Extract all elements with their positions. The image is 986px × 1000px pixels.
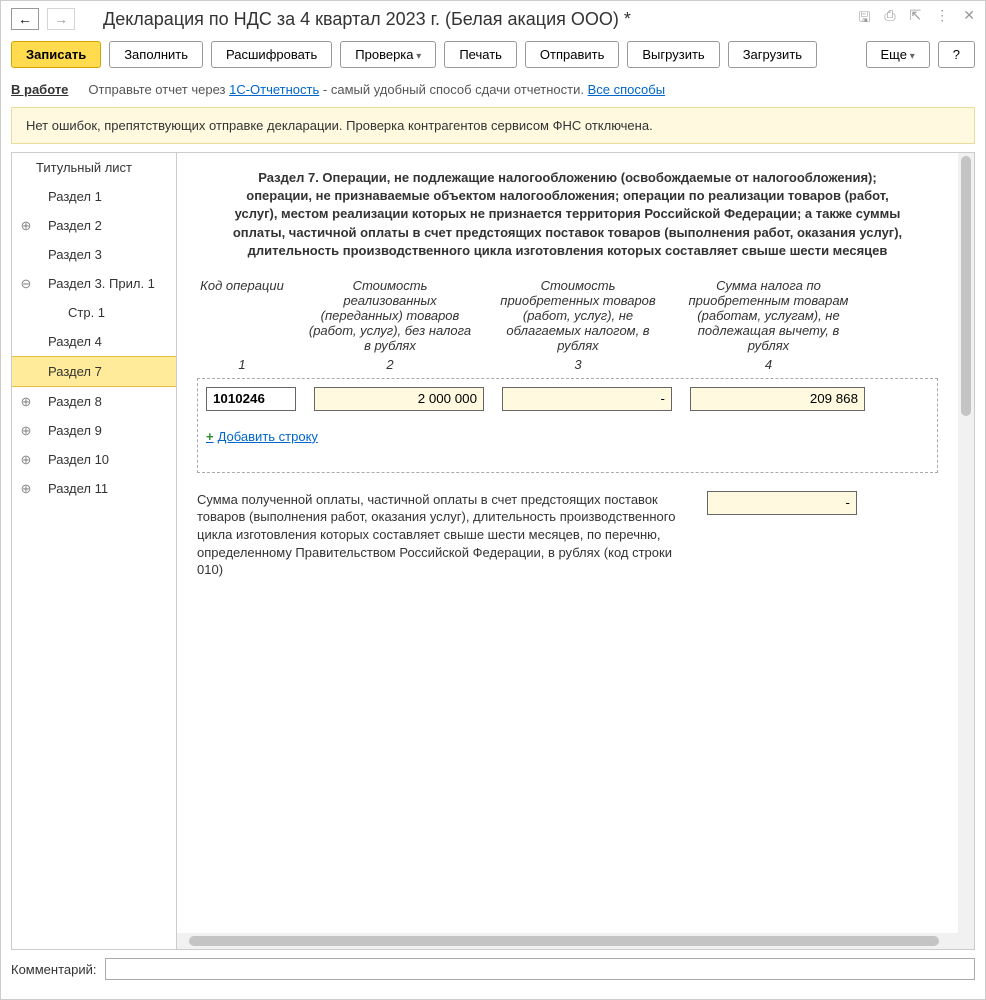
attach-icon[interactable]: ⇱	[910, 7, 922, 31]
expand-icon[interactable]: ⊕	[20, 481, 32, 497]
sidebar-item-section-4[interactable]: Раздел 4	[12, 327, 176, 356]
sidebar-item-section-3-app1[interactable]: ⊖Раздел 3. Прил. 1	[12, 269, 176, 298]
send-button[interactable]: Отправить	[525, 41, 619, 68]
decrypt-button[interactable]: Расшифровать	[211, 41, 332, 68]
print-button[interactable]: Печать	[444, 41, 517, 68]
fill-button[interactable]: Заполнить	[109, 41, 203, 68]
value-3-input[interactable]	[502, 387, 672, 411]
more-button[interactable]: Еще	[866, 41, 930, 68]
sidebar-item-section-8[interactable]: ⊕Раздел 8	[12, 387, 176, 416]
download-button[interactable]: Загрузить	[728, 41, 817, 68]
expand-icon[interactable]: ⊕	[20, 394, 32, 410]
data-block: +Добавить строку	[197, 378, 938, 473]
main-panel: Раздел 7. Операции, не подлежащие налого…	[177, 153, 958, 589]
value-4-input[interactable]	[690, 387, 865, 411]
close-icon[interactable]: ✕	[963, 7, 975, 31]
plus-icon: +	[206, 429, 214, 444]
check-button[interactable]: Проверка	[340, 41, 436, 68]
info-banner: Нет ошибок, препятствующих отправке декл…	[11, 107, 975, 144]
sidebar-item-section-9[interactable]: ⊕Раздел 9	[12, 416, 176, 445]
add-row-link[interactable]: +Добавить строку	[206, 429, 318, 444]
horizontal-scrollbar[interactable]	[177, 933, 958, 949]
main-wrapper: Раздел 7. Операции, не подлежащие налого…	[177, 153, 974, 949]
link-1c-report[interactable]: 1С-Отчетность	[229, 82, 319, 97]
collapse-icon[interactable]: ⊖	[20, 276, 32, 292]
print-icon[interactable]: ⎙	[884, 7, 895, 31]
bottom-block: Сумма полученной оплаты, частичной оплат…	[197, 491, 938, 579]
status-state[interactable]: В работе	[11, 82, 68, 97]
expand-icon[interactable]: ⊕	[20, 423, 32, 439]
col-num-row: 1 2 3 4	[197, 357, 938, 372]
sidebar: Титульный лист Раздел 1 ⊕Раздел 2 Раздел…	[12, 153, 177, 949]
title-icons: 🖫 ⎙ ⇱ ⋮ ✕	[858, 7, 975, 31]
sidebar-item-section-10[interactable]: ⊕Раздел 10	[12, 445, 176, 474]
code-input[interactable]	[206, 387, 296, 411]
comment-input[interactable]	[105, 958, 976, 980]
toolbar: Записать Заполнить Расшифровать Проверка…	[1, 37, 985, 78]
col-header-4: Сумма налога по приобретенным товарам (р…	[681, 278, 856, 353]
content: Титульный лист Раздел 1 ⊕Раздел 2 Раздел…	[11, 152, 975, 950]
status-text: Отправьте отчет через 1С-Отчетность - са…	[88, 82, 665, 97]
sidebar-item-title-page[interactable]: Титульный лист	[12, 153, 176, 182]
sidebar-item-section-11[interactable]: ⊕Раздел 11	[12, 474, 176, 503]
section-7-title: Раздел 7. Операции, не подлежащие налого…	[227, 169, 908, 260]
columns-header: Код операции Стоимость реализованных (пе…	[197, 278, 938, 353]
comment-label: Комментарий:	[11, 962, 97, 977]
sidebar-item-section-2[interactable]: ⊕Раздел 2	[12, 211, 176, 240]
vertical-scrollbar[interactable]	[958, 153, 974, 949]
window-title: Декларация по НДС за 4 квартал 2023 г. (…	[103, 9, 850, 30]
titlebar: ← → Декларация по НДС за 4 квартал 2023 …	[1, 1, 985, 37]
comment-row: Комментарий:	[1, 950, 985, 988]
data-row	[206, 387, 929, 411]
sidebar-item-section-3[interactable]: Раздел 3	[12, 240, 176, 269]
value-2-input[interactable]	[314, 387, 484, 411]
expand-icon[interactable]: ⊕	[20, 218, 32, 234]
col-header-2: Стоимость реализованных (переданных) тов…	[305, 278, 475, 353]
status-row: В работе Отправьте отчет через 1С-Отчетн…	[1, 78, 985, 107]
upload-button[interactable]: Выгрузить	[627, 41, 719, 68]
save-icon[interactable]: 🖫	[858, 7, 870, 31]
col-header-1: Код операции	[197, 278, 287, 353]
col-header-3: Стоимость приобретенных товаров (работ, …	[493, 278, 663, 353]
menu-icon[interactable]: ⋮	[935, 7, 949, 31]
nav-back-button[interactable]: ←	[11, 8, 39, 30]
sidebar-item-page-1[interactable]: Стр. 1	[12, 298, 176, 327]
sidebar-item-section-7[interactable]: Раздел 7	[12, 356, 176, 387]
bottom-value-input[interactable]	[707, 491, 857, 515]
help-button[interactable]: ?	[938, 41, 975, 68]
bottom-description: Сумма полученной оплаты, частичной оплат…	[197, 491, 687, 579]
expand-icon[interactable]: ⊕	[20, 452, 32, 468]
sidebar-item-section-1[interactable]: Раздел 1	[12, 182, 176, 211]
nav-forward-button[interactable]: →	[47, 8, 75, 30]
write-button[interactable]: Записать	[11, 41, 101, 68]
link-all-ways[interactable]: Все способы	[588, 82, 665, 97]
